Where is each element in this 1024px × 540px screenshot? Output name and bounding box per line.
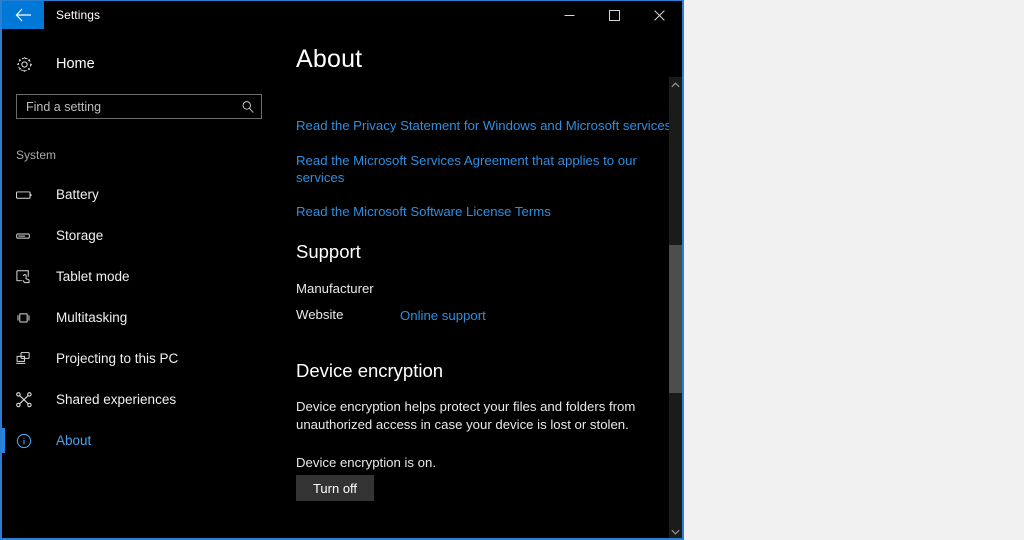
minimize-icon bbox=[564, 14, 575, 16]
battery-icon bbox=[16, 188, 38, 202]
close-icon bbox=[654, 9, 665, 21]
sidebar-item-label: Projecting to this PC bbox=[56, 351, 179, 366]
sidebar: Home System bbox=[2, 29, 290, 538]
sidebar-item-shared-experiences[interactable]: Shared experiences bbox=[2, 379, 290, 420]
website-label: Website bbox=[296, 307, 344, 322]
search-input[interactable] bbox=[17, 99, 235, 114]
device-encryption-status: Device encryption is on. bbox=[296, 455, 437, 470]
settings-window: Settings Home Find a setting System Batt… bbox=[0, 0, 684, 540]
back-button[interactable] bbox=[2, 1, 44, 29]
desktop-background: Settings Home Find a setting System Batt… bbox=[0, 0, 1024, 540]
maximize-icon bbox=[609, 9, 620, 21]
title-bar: Settings bbox=[2, 1, 682, 29]
content-area: About Read the Privacy Statement for Win… bbox=[290, 29, 682, 538]
sidebar-item-tablet-mode[interactable]: Tablet mode bbox=[2, 256, 290, 297]
privacy-statement-link[interactable]: Read the Privacy Statement for Windows a… bbox=[296, 117, 671, 134]
sidebar-item-projecting-to-this-pc[interactable]: Projecting to this PC bbox=[2, 338, 290, 379]
page-title: About bbox=[296, 45, 363, 73]
tablet-mode-icon bbox=[16, 269, 38, 285]
sidebar-item-about[interactable]: About bbox=[2, 420, 290, 461]
sidebar-group-label: System bbox=[16, 148, 57, 162]
scrollbar-thumb[interactable] bbox=[669, 245, 682, 393]
maximize-button[interactable] bbox=[592, 1, 637, 29]
device-encryption-heading: Device encryption bbox=[296, 360, 444, 381]
device-encryption-description: Device encryption helps protect your fil… bbox=[296, 399, 636, 432]
close-button[interactable] bbox=[637, 1, 682, 29]
gear-icon bbox=[16, 56, 40, 73]
storage-icon bbox=[16, 229, 38, 243]
shared-experiences-icon bbox=[16, 391, 38, 408]
services-agreement-link[interactable]: Read the Microsoft Services Agreement th… bbox=[296, 152, 646, 186]
sidebar-item-label: Storage bbox=[56, 228, 104, 243]
back-arrow-icon bbox=[15, 8, 31, 22]
sidebar-item-label: Shared experiences bbox=[56, 392, 177, 407]
window-title: Settings bbox=[56, 8, 101, 22]
scrollbar-down-button[interactable] bbox=[669, 524, 682, 538]
sidebar-item-label: Multitasking bbox=[56, 310, 128, 325]
content-scrollbar[interactable] bbox=[669, 77, 682, 538]
sidebar-item-home[interactable]: Home bbox=[2, 47, 290, 81]
window-body: Home System bbox=[2, 29, 682, 538]
chevron-up-icon bbox=[671, 81, 680, 87]
sidebar-nav-list: Battery Storage Tablet mode Multitasking… bbox=[2, 174, 290, 461]
projecting-icon bbox=[16, 351, 38, 366]
multitasking-icon bbox=[16, 311, 38, 325]
turn-off-button[interactable]: Turn off bbox=[296, 475, 374, 501]
search-icon bbox=[235, 100, 261, 114]
sidebar-item-storage[interactable]: Storage bbox=[2, 215, 290, 256]
scrollbar-up-button[interactable] bbox=[669, 77, 682, 92]
sidebar-item-label: About bbox=[56, 433, 92, 448]
window-controls bbox=[547, 1, 682, 29]
sidebar-item-battery[interactable]: Battery bbox=[2, 174, 290, 215]
online-support-link[interactable]: Online support bbox=[400, 307, 486, 324]
sidebar-item-label: Battery bbox=[56, 187, 99, 202]
sidebar-home-label: Home bbox=[56, 56, 95, 72]
support-heading: Support bbox=[296, 241, 361, 262]
chevron-down-icon bbox=[671, 529, 680, 535]
content-inner: About Read the Privacy Statement for Win… bbox=[290, 29, 682, 538]
manufacturer-label: Manufacturer bbox=[296, 281, 374, 296]
sidebar-item-label: Tablet mode bbox=[56, 269, 130, 284]
sidebar-item-multitasking[interactable]: Multitasking bbox=[2, 297, 290, 338]
minimize-button[interactable] bbox=[547, 1, 592, 29]
info-circle-icon bbox=[16, 433, 38, 449]
search-box[interactable] bbox=[16, 94, 262, 119]
software-license-terms-link[interactable]: Read the Microsoft Software License Term… bbox=[296, 203, 551, 220]
